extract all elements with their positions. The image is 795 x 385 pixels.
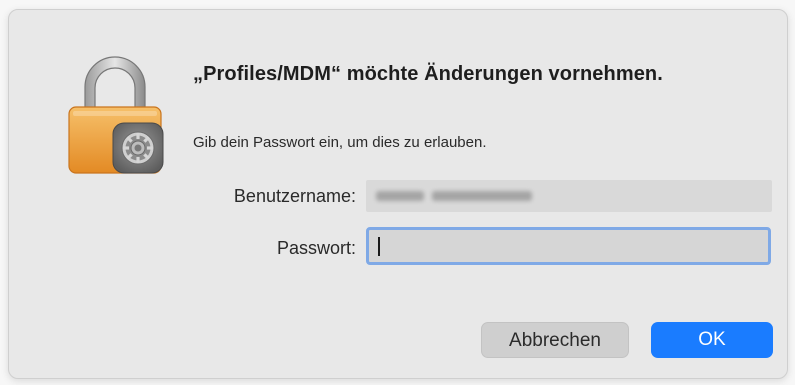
username-label: Benutzername: [233, 186, 356, 206]
cancel-button[interactable]: Abbrechen [481, 322, 629, 358]
redacted-username [432, 191, 532, 201]
redacted-username [376, 191, 424, 201]
text-caret [378, 237, 380, 256]
authorization-dialog: „Profiles/MDM“ möchte Änderungen vornehm… [8, 9, 788, 379]
username-field[interactable] [366, 180, 772, 212]
padlock-gear-icon [68, 56, 164, 174]
ok-button[interactable]: OK [651, 322, 773, 358]
password-label: Passwort: [276, 238, 356, 258]
password-field[interactable] [366, 227, 771, 265]
dialog-title: „Profiles/MDM“ möchte Änderungen vornehm… [193, 63, 663, 85]
dialog-message: Gib dein Passwort ein, um dies zu erlaub… [193, 134, 487, 151]
